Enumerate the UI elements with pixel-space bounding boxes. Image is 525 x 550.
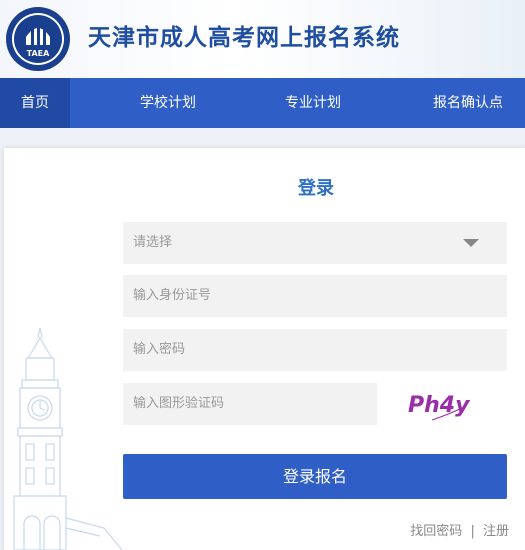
login-submit-button[interactable]: 登录报名	[123, 454, 507, 499]
main-nav: 首页 学校计划 专业计划 报名确认点	[0, 78, 525, 128]
captcha-input[interactable]: 输入图形验证码	[123, 383, 377, 425]
site-title: 天津市成人高考网上报名系统	[88, 25, 400, 51]
chevron-down-icon	[463, 239, 479, 247]
forgot-password-link[interactable]: 找回密码	[410, 524, 462, 539]
select-placeholder: 请选择	[133, 235, 173, 250]
password-input[interactable]: 输入密码	[123, 329, 507, 371]
category-select[interactable]: 请选择	[123, 222, 507, 264]
login-card: 登录 请选择 输入身份证号 输入密码 输入图形验证码 Ph4y 登录报名 找回密…	[4, 148, 525, 550]
svg-text:TAEA: TAEA	[27, 49, 50, 58]
clock-tower-illustration	[13, 328, 123, 550]
link-separator: |	[470, 524, 475, 539]
nav-major-plan[interactable]: 专业计划	[265, 78, 361, 128]
nav-school-plan[interactable]: 学校计划	[120, 78, 216, 128]
account-links: 找回密码 | 注册	[410, 520, 509, 539]
nav-confirm-point[interactable]: 报名确认点	[420, 78, 516, 128]
login-title: 登录	[298, 178, 334, 199]
site-header: TAEA 天津市成人高考网上报名系统	[0, 0, 525, 78]
svg-text:Ph4y: Ph4y	[408, 393, 471, 418]
captcha-image[interactable]: Ph4y	[402, 384, 482, 424]
register-link[interactable]: 注册	[483, 524, 509, 539]
nav-home[interactable]: 首页	[0, 78, 70, 128]
id-number-input[interactable]: 输入身份证号	[123, 275, 507, 317]
taea-logo: TAEA	[6, 7, 70, 71]
